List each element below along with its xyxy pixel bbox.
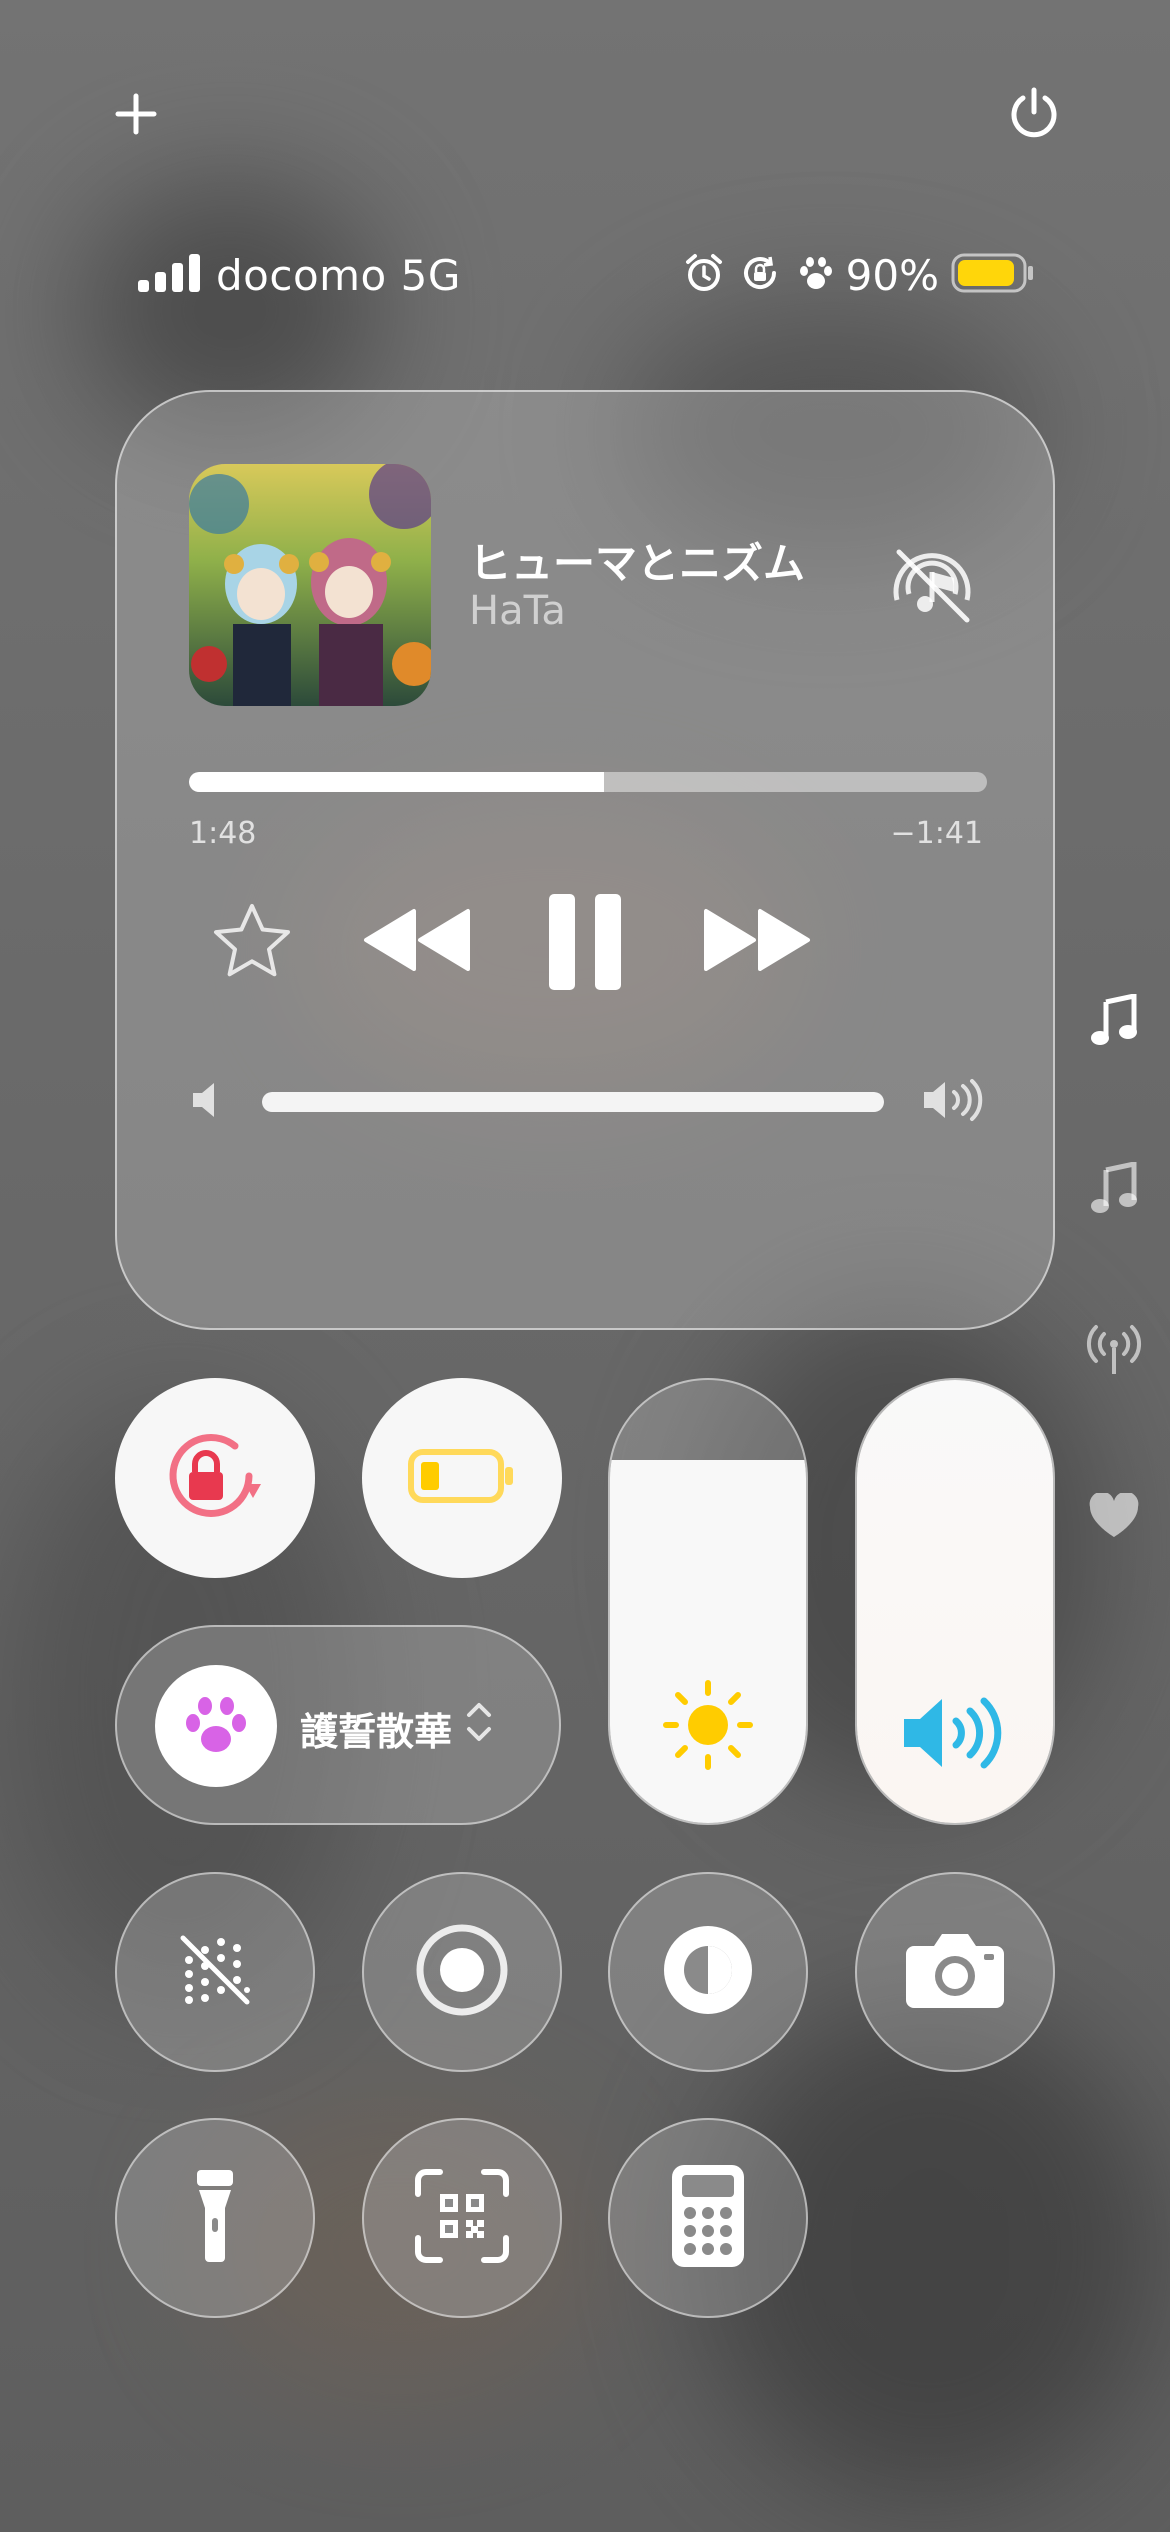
pause-button[interactable] <box>547 892 623 996</box>
qr-scan-button[interactable] <box>362 2118 562 2318</box>
screen-record-button[interactable] <box>362 1872 562 2072</box>
status-bar: docomo 5G 90% <box>138 245 1035 305</box>
volume-min-icon <box>191 1080 221 1124</box>
heart-icon[interactable] <box>1084 1486 1144 1546</box>
calculator-icon <box>670 2163 746 2273</box>
orientation-lock-icon <box>159 1428 271 1528</box>
sun-icon <box>610 1677 806 1773</box>
music-note-icon[interactable] <box>1084 992 1144 1052</box>
volume-slider[interactable] <box>855 1378 1055 1825</box>
focus-mode-button[interactable]: 護誓散華 <box>115 1625 561 1825</box>
add-icon[interactable] <box>112 90 160 138</box>
now-playing-card: ヒューマとニズム HaTa 1:48 −1:41 <box>115 390 1055 1330</box>
dots-off-icon <box>175 1930 255 2014</box>
carrier-label: docomo 5G <box>216 250 461 300</box>
dark-mode-button[interactable] <box>608 1872 808 2072</box>
playback-progress-fill <box>189 772 604 792</box>
dark-mode-icon <box>660 1922 756 2022</box>
song-title: ヒューマとニズム <box>469 539 806 588</box>
elapsed-time: 1:48 <box>189 816 257 851</box>
volume-max-icon <box>922 1078 986 1126</box>
brightness-slider[interactable] <box>608 1378 808 1825</box>
low-power-battery-icon <box>407 1448 517 1508</box>
camera-button[interactable] <box>855 1872 1055 2072</box>
airplay-off-icon[interactable] <box>887 542 977 630</box>
artist-name: HaTa <box>469 588 566 634</box>
camera-icon <box>904 1930 1006 2014</box>
flashlight-button[interactable] <box>115 2118 315 2318</box>
wireless-broadcast-icon[interactable] <box>1084 1320 1144 1380</box>
focus-mode-label: 護誓散華 <box>300 1710 453 1754</box>
speaker-icon <box>857 1693 1053 1773</box>
paw-icon <box>796 253 836 297</box>
paw-icon <box>155 1665 277 1787</box>
music-note-outline-icon[interactable] <box>1084 1160 1144 1220</box>
fast-forward-button[interactable] <box>702 907 812 977</box>
qr-scan-icon <box>414 2168 510 2268</box>
battery-icon <box>951 253 1035 297</box>
media-volume-slider[interactable] <box>262 1092 884 1112</box>
star-icon[interactable] <box>212 902 292 982</box>
playback-progress-bar[interactable] <box>189 772 987 792</box>
orientation-lock-button[interactable] <box>115 1378 315 1578</box>
rewind-button[interactable] <box>362 907 472 977</box>
album-artwork[interactable] <box>189 464 431 706</box>
flashlight-icon <box>195 2168 235 2268</box>
alarm-icon <box>684 253 724 297</box>
screen-record-icon <box>414 1922 510 2022</box>
remaining-time: −1:41 <box>890 816 983 851</box>
low-power-mode-button[interactable] <box>362 1378 562 1578</box>
cellular-signal-icon <box>138 254 202 296</box>
orientation-lock-icon <box>740 253 780 297</box>
chevron-up-down-icon <box>465 1697 493 1751</box>
dots-off-button[interactable] <box>115 1872 315 2072</box>
power-icon[interactable] <box>1008 86 1060 140</box>
media-volume-fill <box>262 1092 884 1112</box>
calculator-button[interactable] <box>608 2118 808 2318</box>
battery-percent: 90% <box>845 250 939 300</box>
